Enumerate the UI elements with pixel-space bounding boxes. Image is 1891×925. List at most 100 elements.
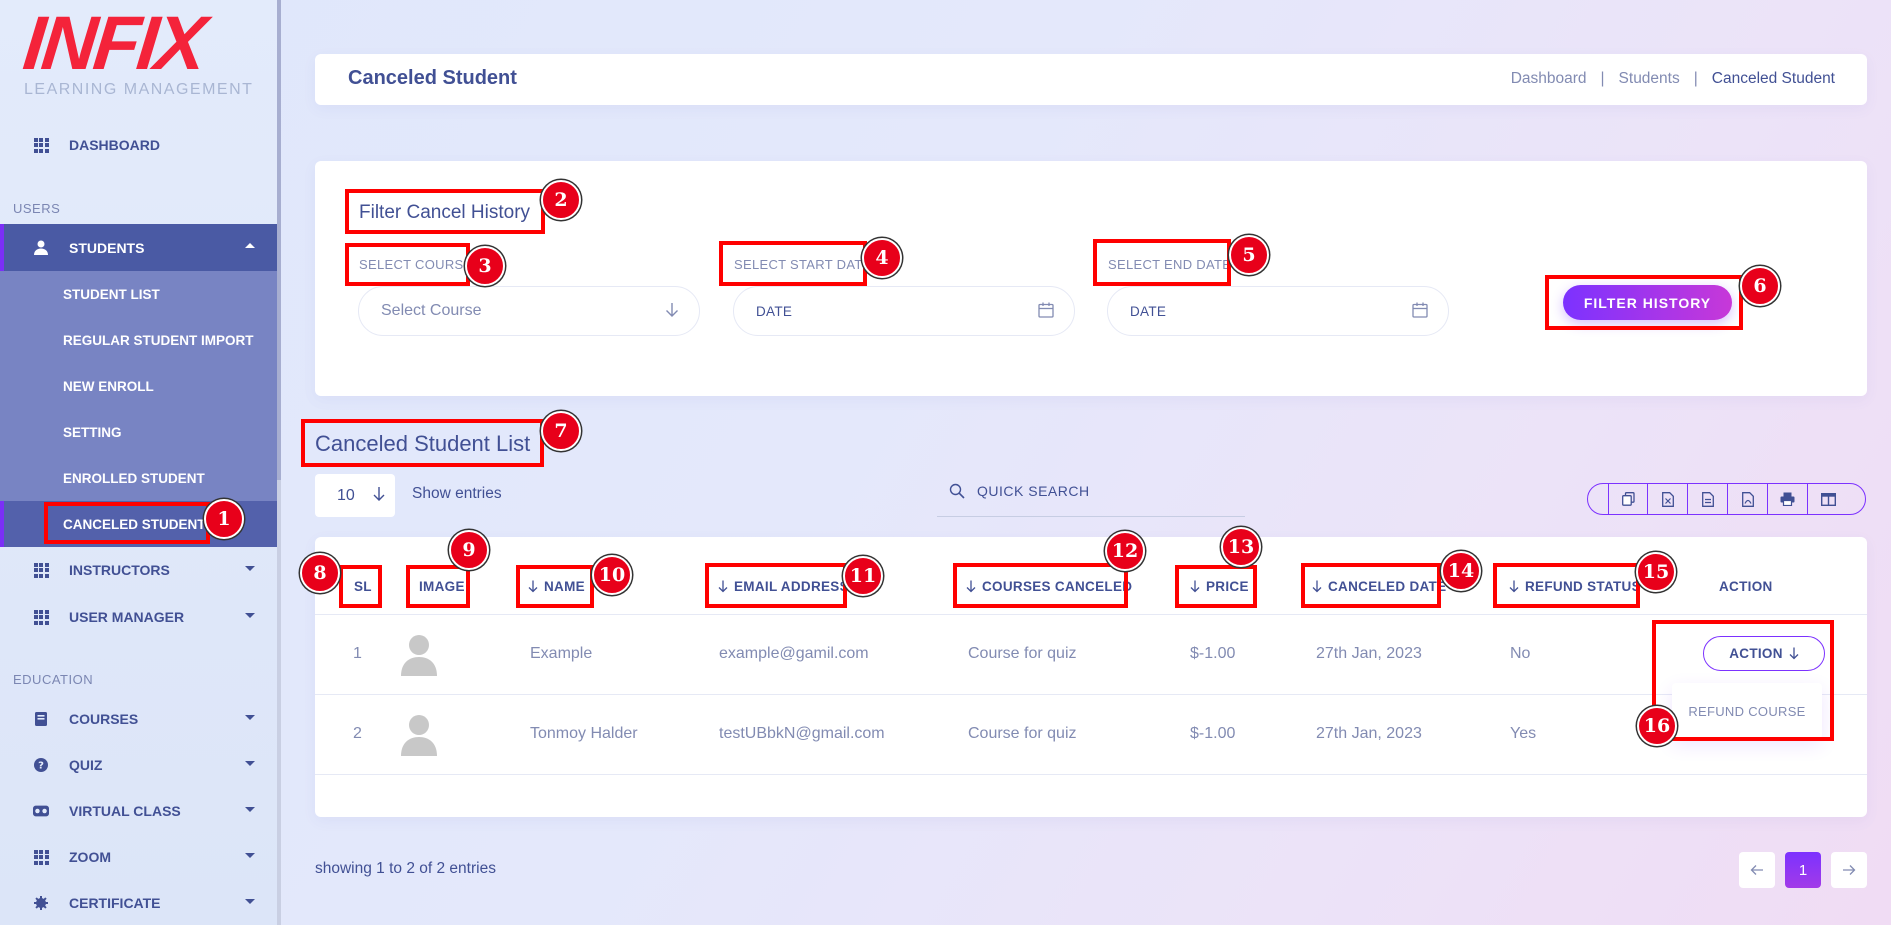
sidebar-item-label: COURSES bbox=[69, 711, 139, 727]
row-divider bbox=[315, 614, 1867, 615]
annotation-badge: 15 bbox=[1636, 552, 1676, 592]
cell-course: Course for quiz bbox=[968, 725, 1077, 742]
page-title: Canceled Student bbox=[348, 67, 517, 89]
sidebar-item-label: USER MANAGER bbox=[69, 609, 185, 625]
annotation-badge: 4 bbox=[862, 238, 902, 278]
sidebar-subitem-student-list[interactable]: STUDENT LIST bbox=[63, 271, 160, 317]
print-button[interactable] bbox=[1768, 484, 1808, 514]
chevron-down-icon bbox=[245, 613, 255, 618]
csv-export-button[interactable] bbox=[1688, 484, 1728, 514]
arrow-left-icon bbox=[1750, 865, 1763, 875]
excel-file-icon bbox=[1661, 491, 1674, 507]
row-divider bbox=[315, 694, 1867, 695]
annotation-badge: 3 bbox=[465, 246, 505, 286]
annotation-box-7 bbox=[301, 419, 544, 467]
sidebar-item-label: VIRTUAL CLASS bbox=[69, 803, 181, 819]
course-select-value: Select Course bbox=[381, 302, 482, 319]
avatar-placeholder-icon bbox=[401, 635, 437, 676]
sidebar-item-label: CERTIFICATE bbox=[69, 895, 161, 911]
copy-icon bbox=[1621, 492, 1635, 506]
sidebar-subitem-new-enroll[interactable]: NEW ENROLL bbox=[63, 363, 154, 409]
cell-email: example@gamil.com bbox=[719, 645, 869, 662]
sidebar-item-instructors[interactable]: INSTRUCTORS bbox=[0, 547, 277, 593]
sidebar-section-users: USERS bbox=[13, 201, 61, 216]
copy-button[interactable] bbox=[1608, 484, 1648, 514]
annotation-box-13 bbox=[1175, 565, 1257, 608]
arrow-right-icon bbox=[1843, 865, 1856, 875]
arrow-down-icon bbox=[665, 302, 679, 323]
breadcrumb-dashboard[interactable]: Dashboard bbox=[1511, 70, 1587, 88]
annotation-box-3 bbox=[345, 243, 470, 286]
sidebar-item-label: INSTRUCTORS bbox=[69, 562, 170, 578]
annotation-box-11 bbox=[705, 563, 847, 608]
breadcrumb-students[interactable]: Students bbox=[1619, 70, 1680, 88]
cell-course: Course for quiz bbox=[968, 645, 1077, 662]
logo[interactable]: INFIX LEARNING MANAGEMENT bbox=[20, 1, 254, 100]
sidebar-section-education: EDUCATION bbox=[13, 672, 94, 687]
csv-file-icon bbox=[1701, 491, 1714, 507]
sidebar-item-students[interactable]: STUDENTS bbox=[0, 224, 277, 271]
annotation-box-5 bbox=[1093, 239, 1231, 286]
annotation-box-2 bbox=[345, 189, 545, 234]
excel-export-button[interactable] bbox=[1648, 484, 1688, 514]
end-date-value: DATE bbox=[1130, 303, 1167, 319]
sidebar-item-quiz[interactable]: ? QUIZ bbox=[0, 742, 277, 788]
breadcrumb-current: Canceled Student bbox=[1711, 70, 1835, 87]
sidebar-subitem-enrolled-student[interactable]: ENROLLED STUDENT bbox=[63, 455, 205, 501]
sidebar-item-label: DASHBOARD bbox=[69, 137, 160, 153]
sidebar-item-label: ZOOM bbox=[69, 849, 111, 865]
previous-page-button[interactable] bbox=[1739, 852, 1775, 888]
annotation-badge: 13 bbox=[1221, 527, 1261, 567]
end-date-input[interactable]: DATE bbox=[1107, 286, 1449, 336]
chevron-down-icon bbox=[245, 566, 255, 571]
annotation-badge: 16 bbox=[1637, 706, 1677, 746]
course-select[interactable]: Select Course bbox=[358, 286, 700, 336]
row-divider bbox=[315, 774, 1867, 775]
sidebar-subitem-regular-student-import[interactable]: REGULAR STUDENT IMPORT bbox=[63, 317, 254, 363]
arrow-down-icon bbox=[373, 486, 385, 507]
cell-name: Tonmoy Halder bbox=[530, 725, 638, 742]
annotation-badge: 12 bbox=[1105, 531, 1145, 571]
annotation-box-15 bbox=[1493, 563, 1640, 608]
sidebar-item-dashboard[interactable]: DASHBOARD bbox=[0, 122, 277, 168]
annotation-box-12 bbox=[953, 563, 1128, 608]
annotation-box-14 bbox=[1301, 563, 1441, 608]
sidebar-scrollbar[interactable] bbox=[277, 0, 281, 925]
sidebar-item-zoom[interactable]: ZOOM bbox=[0, 834, 277, 880]
cell-canceled-date: 27th Jan, 2023 bbox=[1316, 645, 1422, 662]
annotation-badge: 14 bbox=[1441, 551, 1481, 591]
page-header: Canceled Student Dashboard | Students | … bbox=[315, 54, 1867, 105]
sidebar-item-user-manager[interactable]: USER MANAGER bbox=[0, 594, 277, 640]
vr-headset-icon bbox=[33, 803, 49, 819]
column-visibility-button[interactable] bbox=[1808, 484, 1848, 514]
sidebar-item-courses[interactable]: COURSES bbox=[0, 696, 277, 742]
annotation-box-9 bbox=[406, 565, 470, 608]
entries-select[interactable]: 10 bbox=[315, 474, 395, 517]
page-1-button[interactable]: 1 bbox=[1785, 852, 1821, 888]
sidebar-subitem-setting[interactable]: SETTING bbox=[63, 409, 122, 455]
chevron-down-icon bbox=[245, 853, 255, 858]
breadcrumb: Dashboard | Students | Canceled Student bbox=[1511, 70, 1835, 88]
pdf-export-button[interactable] bbox=[1728, 484, 1768, 514]
chevron-down-icon bbox=[245, 761, 255, 766]
user-icon bbox=[33, 240, 49, 256]
annotation-badge: 11 bbox=[843, 556, 883, 596]
breadcrumb-separator: | bbox=[1600, 70, 1605, 87]
annotation-badge: 10 bbox=[592, 555, 632, 595]
search-placeholder: QUICK SEARCH bbox=[977, 483, 1090, 499]
cell-canceled-date: 27th Jan, 2023 bbox=[1316, 725, 1422, 742]
print-icon bbox=[1780, 492, 1795, 506]
chevron-down-icon bbox=[245, 899, 255, 904]
sidebar-item-label: QUIZ bbox=[69, 757, 103, 773]
sidebar-item-certificate[interactable]: CERTIFICATE bbox=[0, 880, 277, 925]
show-entries-label: Show entries bbox=[412, 485, 502, 502]
start-date-input[interactable]: DATE bbox=[733, 286, 1075, 336]
column-header-action: ACTION bbox=[1719, 579, 1773, 594]
cell-price: $-1.00 bbox=[1190, 725, 1236, 742]
sidebar-scrollbar-thumb[interactable] bbox=[277, 0, 281, 480]
sidebar-item-virtual-class[interactable]: VIRTUAL CLASS bbox=[0, 788, 277, 834]
search-icon bbox=[949, 483, 965, 503]
search-input[interactable]: QUICK SEARCH bbox=[937, 472, 1245, 517]
next-page-button[interactable] bbox=[1831, 852, 1867, 888]
chevron-down-icon bbox=[245, 807, 255, 812]
